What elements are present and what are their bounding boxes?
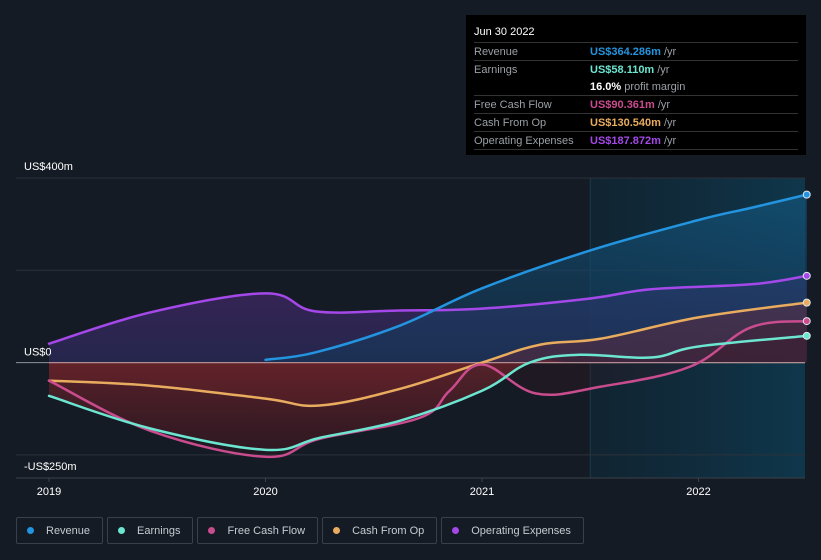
- legend-dot-icon: [333, 527, 341, 534]
- tooltip-row: Earnings US$58.110m/yr: [474, 61, 798, 78]
- tooltip-date: Jun 30 2022: [474, 22, 798, 43]
- tooltip-row: 16.0% profit margin: [474, 78, 798, 96]
- tooltip-row-unit: /yr: [663, 134, 677, 147]
- tooltip-row: Revenue US$364.286m/yr: [474, 43, 798, 61]
- legend-dot-icon: [452, 527, 460, 534]
- tooltip-row-label: Revenue: [474, 45, 519, 58]
- operating-expenses-endpoint: [802, 271, 811, 280]
- legend-label: Earnings: [137, 524, 181, 537]
- tooltip-row-value: US$187.872m: [590, 134, 661, 147]
- tooltip-row-unit: /yr: [663, 45, 677, 58]
- tooltip-row-value: US$90.361m: [590, 98, 655, 111]
- legend-label: Revenue: [46, 524, 91, 537]
- legend-dot-icon: [208, 527, 216, 534]
- legend-item-cash-from-op[interactable]: Cash From Op: [322, 517, 438, 544]
- legend-dot-icon: [27, 527, 34, 534]
- free-cash-flow-endpoint: [802, 317, 811, 326]
- legend-label: Cash From Op: [352, 524, 425, 537]
- tooltip-row: Cash From Op US$130.540m/yr: [474, 114, 798, 132]
- tooltip-row-value: US$130.540m: [590, 116, 661, 129]
- legend-dot-icon: [118, 527, 126, 534]
- legend-item-operating-expenses[interactable]: Operating Expenses: [441, 517, 584, 544]
- tooltip-row-label: Earnings: [474, 63, 518, 76]
- tooltip-row-unit: /yr: [657, 63, 670, 76]
- y-tick-label: US$0: [24, 347, 52, 359]
- legend-label: Operating Expenses: [471, 524, 571, 537]
- tooltip: Jun 30 2022 Revenue US$364.286m/yr Earning…: [466, 15, 806, 155]
- legend-item-earnings[interactable]: Earnings: [107, 517, 194, 544]
- tooltip-row-unit: profit margin: [624, 80, 686, 93]
- tooltip-row-unit: /yr: [663, 116, 677, 129]
- earnings-endpoint: [802, 331, 811, 340]
- x-tick-label: 2022: [686, 486, 710, 498]
- tooltip-row-value: US$58.110m: [590, 63, 655, 76]
- revenue-endpoint: [802, 190, 811, 199]
- x-tick-label: 2021: [470, 486, 494, 498]
- x-tick-label: 2019: [37, 486, 61, 498]
- tooltip-row-value: 16.0%: [590, 80, 622, 93]
- y-tick-label: US$400m: [24, 161, 73, 173]
- legend-item-revenue[interactable]: Revenue: [16, 517, 104, 544]
- y-tick-label: -US$250m: [24, 461, 77, 473]
- tooltip-row-unit: /yr: [657, 98, 671, 111]
- x-tick-label: 2020: [253, 486, 277, 498]
- tooltip-row-value: US$364.286m: [590, 45, 661, 58]
- tooltip-row: Operating Expenses US$187.872m/yr: [474, 132, 798, 150]
- legend-item-free-cash-flow[interactable]: Free Cash Flow: [197, 517, 319, 544]
- legend-label: Free Cash Flow: [227, 524, 306, 537]
- legend: Revenue Earnings Free Cash Flow Cash From O…: [16, 517, 584, 544]
- tooltip-row-label: Operating Expenses: [474, 134, 574, 147]
- tooltip-row-label: Cash From Op: [474, 116, 547, 129]
- cash-from-op-endpoint: [802, 298, 811, 307]
- tooltip-row: Free Cash Flow US$90.361m/yr: [474, 96, 798, 114]
- tooltip-row-label: Free Cash Flow: [474, 98, 552, 111]
